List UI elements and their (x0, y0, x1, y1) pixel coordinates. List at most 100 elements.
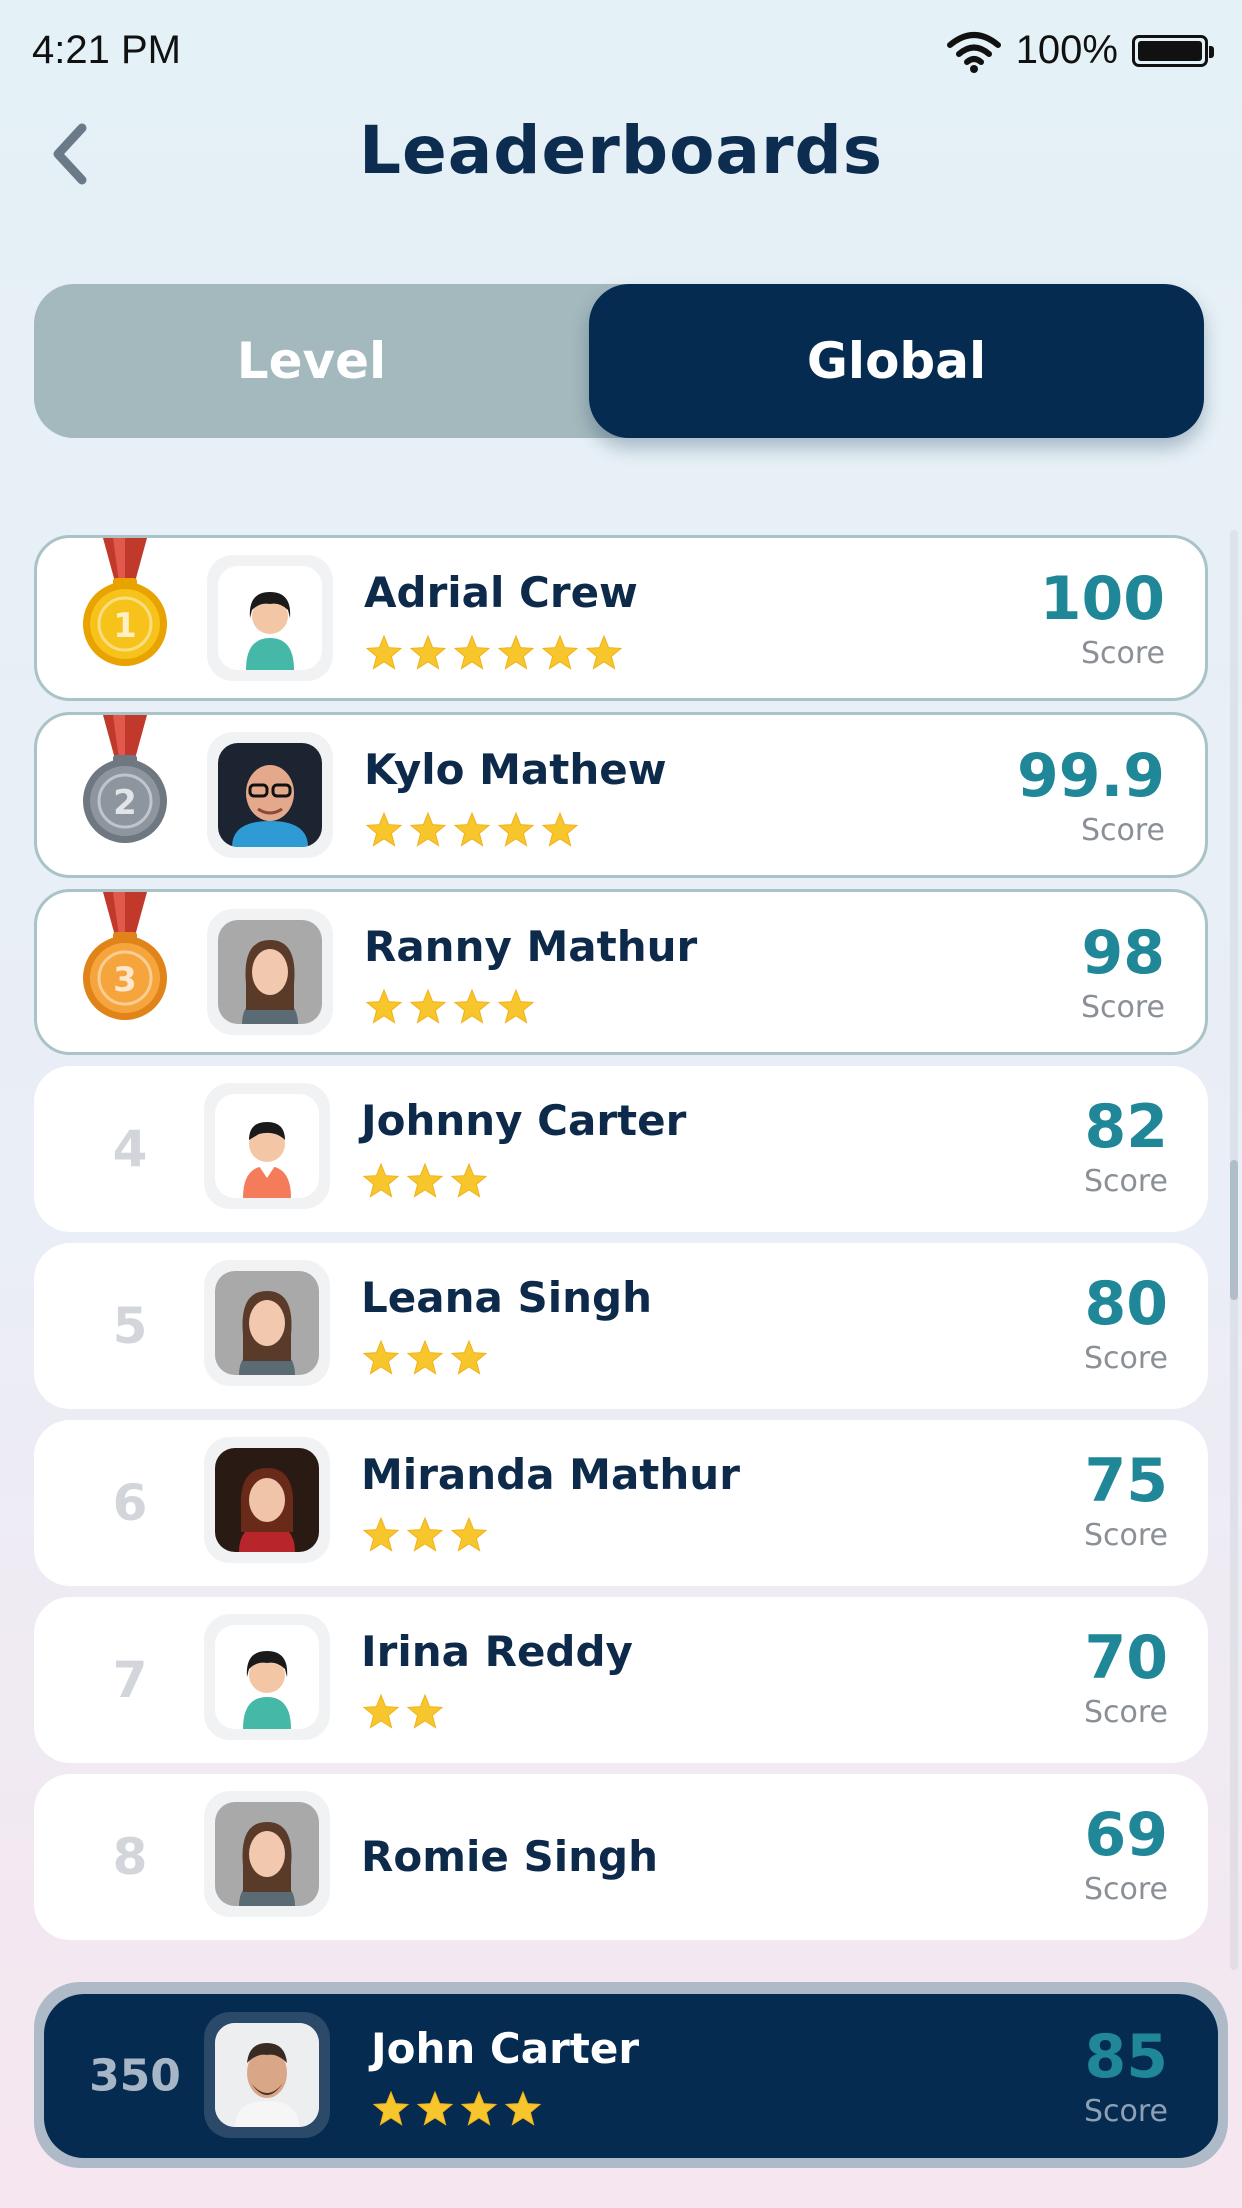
star-icon (504, 2090, 542, 2126)
status-right: 100% (946, 28, 1214, 73)
rank-number: 350 (89, 2050, 181, 2102)
star-icon (365, 988, 403, 1024)
score-label: Score (1083, 1695, 1168, 1730)
leaderboard-row[interactable]: 4 Johnny Carter 82 Score (34, 1066, 1208, 1232)
score-value: 99.9 (1016, 741, 1165, 811)
battery-icon (1132, 34, 1214, 67)
player-name: Ranny Mathur (364, 922, 698, 971)
star-icon (585, 634, 623, 670)
leaderboard-row[interactable]: 5 Leana Singh 80 Score (34, 1243, 1208, 1409)
score-value: 98 (1081, 918, 1166, 988)
score-value: 75 (1084, 1446, 1169, 1516)
star-rating (364, 810, 580, 850)
avatar (204, 1260, 330, 1386)
star-icon (365, 811, 403, 847)
svg-text:3: 3 (113, 960, 137, 1000)
wifi-icon (946, 31, 1001, 73)
star-rating (364, 987, 536, 1027)
leaderboard-row[interactable]: 8 Romie Singh 69 Score (34, 1774, 1208, 1940)
avatar (207, 732, 333, 858)
score-value: 85 (1084, 2022, 1169, 2092)
score-label: Score (1083, 1518, 1168, 1553)
star-icon (365, 634, 403, 670)
avatar (204, 1614, 330, 1740)
star-icon (541, 811, 579, 847)
score-label: Score (1083, 1341, 1168, 1376)
star-icon (409, 634, 447, 670)
player-name: Romie Singh (361, 1832, 658, 1881)
star-icon (497, 634, 535, 670)
current-user-row[interactable]: 350 John Carter 85 Score (44, 1994, 1218, 2158)
player-name: Adrial Crew (364, 568, 638, 617)
scrollbar[interactable] (1230, 530, 1238, 1970)
avatar (204, 2012, 330, 2138)
score-value: 80 (1084, 1269, 1169, 1339)
star-icon (450, 1339, 488, 1375)
star-icon (541, 634, 579, 670)
score-value: 69 (1084, 1800, 1169, 1870)
star-rating (361, 1338, 489, 1378)
star-icon (497, 811, 535, 847)
leaderboard-row[interactable]: 2 Kylo Mathew 99.9 Score (34, 712, 1208, 878)
star-icon (453, 634, 491, 670)
score-label: Score (1083, 2094, 1168, 2129)
star-icon (406, 1162, 444, 1198)
star-icon (450, 1162, 488, 1198)
rank-number: 6 (112, 1474, 148, 1532)
score-label: Score (1080, 636, 1165, 671)
rank-number: 5 (112, 1297, 148, 1355)
score-value: 70 (1084, 1623, 1169, 1693)
bronze-medal-icon: 3 (83, 892, 167, 1020)
page-title: Leaderboards (358, 112, 884, 189)
player-name: Johnny Carter (361, 1096, 687, 1145)
svg-text:1: 1 (113, 606, 137, 646)
leaderboard-row[interactable]: 7 Irina Reddy 70 Score (34, 1597, 1208, 1763)
star-icon (406, 1339, 444, 1375)
star-rating (361, 1692, 445, 1732)
star-icon (409, 811, 447, 847)
rank-number: 8 (112, 1828, 148, 1886)
segmented-control: Level Global (34, 284, 1204, 438)
score-label: Score (1080, 990, 1165, 1025)
player-name: Miranda Mathur (361, 1450, 740, 1499)
score-value: 100 (1039, 564, 1165, 634)
avatar (204, 1791, 330, 1917)
star-icon (406, 1693, 444, 1729)
star-icon (406, 1516, 444, 1552)
avatar (207, 555, 333, 681)
score-label: Score (1083, 1872, 1168, 1907)
player-name: Leana Singh (361, 1273, 652, 1322)
battery-fill (1138, 40, 1202, 61)
star-rating (371, 2089, 543, 2129)
scrollbar-thumb[interactable] (1230, 1160, 1238, 1300)
leaderboard-row[interactable]: 3 Ranny Mathur 98 Score (34, 889, 1208, 1055)
star-rating (361, 1515, 489, 1555)
gold-medal-icon: 1 (83, 538, 167, 666)
tab-level[interactable]: Level (34, 284, 589, 438)
score-label: Score (1083, 1164, 1168, 1199)
star-icon (450, 1516, 488, 1552)
star-icon (362, 1693, 400, 1729)
star-icon (372, 2090, 410, 2126)
rank-number: 7 (112, 1651, 148, 1709)
star-rating (364, 633, 624, 673)
leaderboard-row[interactable]: 1 Adrial Crew 100 Score (34, 535, 1208, 701)
leaderboard-row[interactable]: 6 Miranda Mathur 75 Score (34, 1420, 1208, 1586)
star-icon (362, 1516, 400, 1552)
battery-percentage: 100% (1015, 28, 1118, 72)
status-time: 4:21 PM (32, 28, 181, 72)
star-icon (460, 2090, 498, 2126)
status-bar: 4:21 PM 100% (0, 0, 1242, 110)
svg-text:2: 2 (113, 783, 137, 823)
rank-number: 4 (112, 1120, 148, 1178)
star-icon (416, 2090, 454, 2126)
avatar (204, 1083, 330, 1209)
current-user-panel: 350 John Carter 85 Score (34, 1982, 1228, 2168)
score-value: 82 (1084, 1092, 1169, 1162)
tab-global[interactable]: Global (589, 284, 1204, 438)
star-icon (497, 988, 535, 1024)
silver-medal-icon: 2 (83, 715, 167, 843)
star-rating (361, 1161, 489, 1201)
star-icon (362, 1339, 400, 1375)
score-label: Score (1080, 813, 1165, 848)
